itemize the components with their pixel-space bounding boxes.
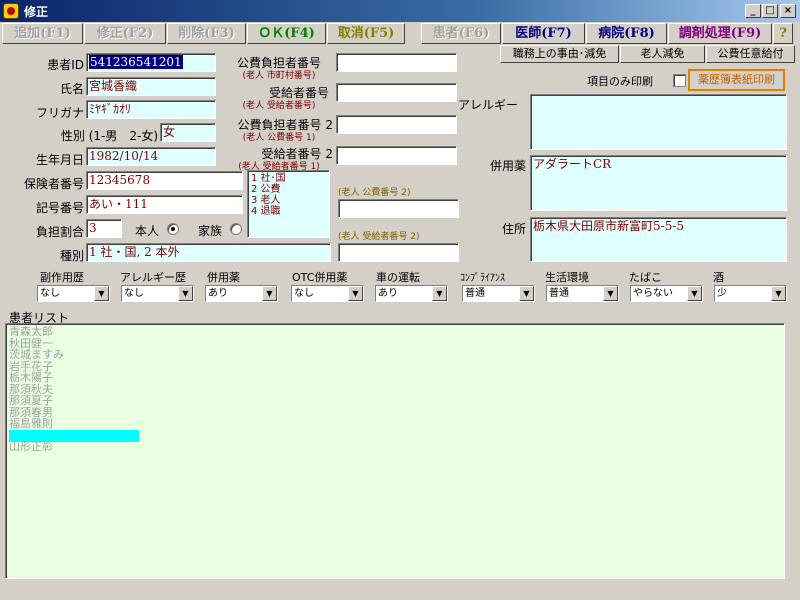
recipient2-sublabel: (老人 受給者番号 1) xyxy=(238,162,320,172)
chevron-down-icon: ▼ xyxy=(687,286,702,301)
allergy-history-select[interactable]: なし ▼ xyxy=(121,285,194,302)
otc-drug-select[interactable]: なし ▼ xyxy=(291,285,364,302)
name-label: 氏名 xyxy=(59,82,84,96)
relation-self-label: 本人 xyxy=(135,224,160,238)
public-optional-benefit-button[interactable]: 公費任意給付 xyxy=(706,45,795,63)
patient-list[interactable]: 青森太郎 秋田健一 茨城ますみ 岩手花子 栃木陽子 那須秋夫 那須夏子 那須春男 福島雅則 宮城香… xyxy=(5,323,785,579)
window-title: 修正 xyxy=(24,5,49,19)
ok-button[interactable]: ＯＫ(F4) xyxy=(247,23,326,44)
chevron-down-icon: ▼ xyxy=(771,286,786,301)
recipient1-field[interactable] xyxy=(336,83,457,102)
recipient1-sublabel: (老人 受給者番号) xyxy=(242,101,316,111)
cancel-button[interactable]: 取消(F5) xyxy=(327,23,405,44)
elderly-recipient2-label: (老人 受給者番号 2) xyxy=(338,232,420,242)
patient-id-field[interactable]: 541236541201 xyxy=(86,53,216,72)
type-label: 種別 xyxy=(59,249,84,263)
sex-field[interactable]: 女 xyxy=(160,123,216,142)
chevron-down-icon: ▼ xyxy=(519,286,534,301)
scrollbar[interactable] xyxy=(786,323,794,579)
furigana-label: フリガナ xyxy=(35,106,84,120)
mh-label-7: たばこ xyxy=(629,271,662,284)
print-cover-button[interactable]: 薬歴簿表紙印刷 xyxy=(688,69,785,91)
relation-self-radio[interactable] xyxy=(167,223,179,235)
mh-label-5: ｺﾝﾌﾟﾗｲｱﾝｽ xyxy=(460,273,505,284)
side-effect-history-select[interactable]: なし ▼ xyxy=(37,285,110,302)
compliance-select[interactable]: 普通 ▼ xyxy=(462,285,535,302)
public-payer2-sublabel: (老人 公費番号 1) xyxy=(242,133,316,143)
living-environment-select[interactable]: 普通 ▼ xyxy=(546,285,619,302)
chevron-down-icon: ▼ xyxy=(262,286,277,301)
mh-label-8: 酒 xyxy=(713,271,724,284)
name-field[interactable]: 宮城香織 xyxy=(86,77,216,96)
minimize-button[interactable]: _ xyxy=(745,4,761,18)
symbol-no-label: 記号番号 xyxy=(35,201,84,215)
relation-family-label: 家族 xyxy=(198,224,223,238)
dob-label: 生年月日 xyxy=(35,153,84,167)
title-bar[interactable]: 修正 _ □ × xyxy=(0,0,800,22)
elderly-recipient2-field[interactable] xyxy=(338,243,459,262)
insurer-no-label: 保険者番号 xyxy=(23,177,84,191)
address-label: 住所 xyxy=(501,222,526,236)
burden-ratio-field[interactable]: 3 xyxy=(86,219,122,238)
allergy-label: アレルギー xyxy=(458,98,519,112)
print-items-only-label: 項目のみ印刷 xyxy=(587,75,653,88)
elderly-public2-label: (老人 公費番号 2) xyxy=(338,188,411,198)
add-button[interactable]: 追加(F1) xyxy=(2,23,83,44)
symbol-no-field[interactable]: あい・111 xyxy=(86,195,243,214)
elderly-public2-field[interactable] xyxy=(338,199,459,218)
close-button[interactable]: × xyxy=(780,4,796,18)
dob-field[interactable]: 1982/10/14 xyxy=(86,147,216,166)
maximize-button[interactable]: □ xyxy=(762,4,778,18)
allergy-field[interactable] xyxy=(530,94,787,150)
sex-label: 性別 (1-男 2-女) xyxy=(60,129,158,143)
hospital-button[interactable]: 病院(F8) xyxy=(586,23,667,44)
mh-label-6: 生活環境 xyxy=(545,271,589,284)
chevron-down-icon: ▼ xyxy=(94,286,109,301)
type-option-2: 2 公費 xyxy=(251,184,281,195)
relation-family-radio[interactable] xyxy=(230,223,242,235)
chevron-down-icon: ▼ xyxy=(432,286,447,301)
recipient2-field[interactable] xyxy=(336,146,457,165)
elderly-reduction-button[interactable]: 老人減免 xyxy=(620,45,705,63)
concomitant-field[interactable]: アダラートCR xyxy=(530,155,787,211)
type-option-3: 3 老人 xyxy=(251,195,281,206)
chevron-down-icon: ▼ xyxy=(178,286,193,301)
address-field[interactable]: 栃木県大田原市新富町5-5-5 xyxy=(530,217,787,262)
doctor-button[interactable]: 医師(F7) xyxy=(502,23,585,44)
type-option-4: 4 退職 xyxy=(251,206,281,217)
occupational-reduction-button[interactable]: 職務上の事由･減免 xyxy=(500,45,619,63)
type-options-box: 1 社･国 2 公費 3 老人 4 退職 xyxy=(247,170,330,238)
edit-button[interactable]: 修正(F2) xyxy=(84,23,166,44)
furigana-field[interactable]: ﾐﾔｷﾞｶｵﾘ xyxy=(86,100,216,119)
concomitant-label: 併用薬 xyxy=(489,159,526,173)
help-button[interactable]: ? xyxy=(773,23,793,44)
app-icon xyxy=(3,3,19,19)
type-option-1: 1 社･国 xyxy=(251,173,286,184)
patient-id-label: 患者ID xyxy=(47,58,84,72)
chevron-down-icon: ▼ xyxy=(603,286,618,301)
print-items-only-checkbox[interactable] xyxy=(673,74,686,87)
public-payer2-field[interactable] xyxy=(336,115,457,134)
patient-list-item[interactable]: 山形正彰 xyxy=(9,441,139,453)
mh-label-4: 車の運転 xyxy=(376,271,420,284)
insurer-no-field[interactable]: 12345678 xyxy=(86,171,243,190)
patient-button[interactable]: 患者(F6) xyxy=(421,23,501,44)
chevron-down-icon: ▼ xyxy=(348,286,363,301)
mh-label-0: 副作用歴 xyxy=(40,271,84,284)
mh-label-1: アレルギー歴 xyxy=(120,271,186,284)
burden-ratio-label: 負担割合 xyxy=(35,225,84,239)
driving-select[interactable]: あり ▼ xyxy=(375,285,448,302)
type-field[interactable]: 1 社・国, 2 本外 xyxy=(86,243,331,262)
concomitant-drug-select[interactable]: あり ▼ xyxy=(205,285,278,302)
public-payer1-field[interactable] xyxy=(336,53,457,72)
public-payer1-sublabel: (老人 市町村番号) xyxy=(242,71,316,81)
dispensing-button[interactable]: 調剤処理(F9) xyxy=(668,23,772,44)
delete-button[interactable]: 削除(F3) xyxy=(167,23,246,44)
tobacco-select[interactable]: やらない ▼ xyxy=(630,285,703,302)
mh-label-3: OTC併用薬 xyxy=(292,271,348,284)
alcohol-select[interactable]: 少 ▼ xyxy=(714,285,787,302)
mh-label-2: 併用薬 xyxy=(207,271,240,284)
